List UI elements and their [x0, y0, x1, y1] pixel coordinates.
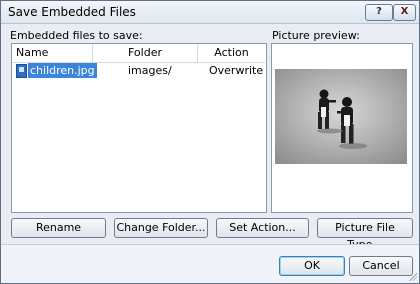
- change-folder-button[interactable]: Change Folder...: [114, 218, 208, 238]
- picture-preview-pane: [271, 43, 413, 213]
- resize-grip-icon[interactable]: [407, 271, 417, 281]
- title-bar: Save Embedded Files ? X: [1, 1, 419, 24]
- ok-button[interactable]: OK: [279, 256, 345, 276]
- table-row[interactable]: children.jpg images/ Overwrite: [12, 63, 266, 80]
- dialog-title: Save Embedded Files: [8, 5, 136, 19]
- rename-button[interactable]: Rename: [11, 218, 106, 238]
- column-header-folder[interactable]: Folder: [93, 44, 198, 63]
- action-cell: Overwrite: [209, 64, 264, 77]
- column-header-name[interactable]: Name: [12, 44, 93, 63]
- dialog-footer: OK Cancel: [1, 245, 419, 283]
- folder-cell: images/: [128, 64, 172, 77]
- save-embedded-files-dialog: Save Embedded Files ? X Embedded files t…: [0, 0, 420, 284]
- picture-file-type-button[interactable]: Picture File Type...: [317, 218, 413, 251]
- image-file-icon: [16, 64, 27, 78]
- embedded-files-list[interactable]: Name Folder Action children.jpg images/ …: [11, 43, 267, 213]
- embedded-files-label: Embedded files to save:: [10, 29, 143, 42]
- help-button[interactable]: ?: [365, 4, 393, 21]
- set-action-button[interactable]: Set Action...: [216, 218, 309, 238]
- cancel-button[interactable]: Cancel: [349, 256, 413, 276]
- file-name-cell[interactable]: children.jpg: [28, 63, 97, 78]
- close-button[interactable]: X: [393, 4, 416, 21]
- preview-photo: [275, 69, 407, 164]
- picture-preview-label: Picture preview:: [272, 29, 360, 42]
- column-header-action[interactable]: Action: [198, 44, 265, 63]
